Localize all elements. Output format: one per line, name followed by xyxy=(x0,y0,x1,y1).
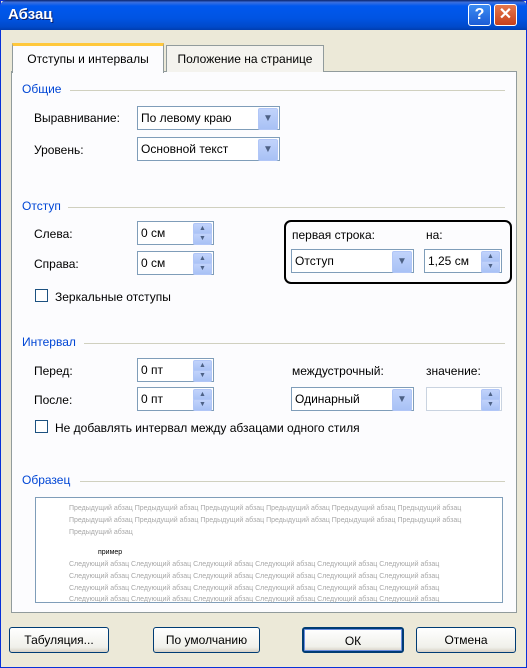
spacing-after-label: После: xyxy=(34,393,73,407)
tabs-button[interactable]: Табуляция... xyxy=(9,627,109,653)
set-default-button[interactable]: По умолчанию xyxy=(153,627,260,653)
title-bar[interactable] xyxy=(0,0,527,30)
spacing-divider xyxy=(84,343,505,344)
indent-right-value: 0 см xyxy=(141,256,166,270)
chevron-down-icon[interactable]: ▼ xyxy=(258,139,278,161)
preview-box: Предыдущий абзац Предыдущий абзац Предыд… xyxy=(35,497,503,603)
arrow-down-icon[interactable]: ▼ xyxy=(481,261,500,273)
chevron-down-icon[interactable]: ▼ xyxy=(392,389,412,411)
level-select[interactable]: Основной текст ▼ xyxy=(137,137,280,161)
general-divider xyxy=(70,90,505,91)
by-label: на: xyxy=(426,228,443,242)
preview-previous-line: Предыдущий абзац xyxy=(69,529,133,536)
chevron-down-icon[interactable]: ▼ xyxy=(258,108,278,130)
spacing-before-label: Перед: xyxy=(34,364,73,378)
arrow-down-icon[interactable]: ▼ xyxy=(481,399,500,411)
line-spacing-label: междустрочный: xyxy=(292,364,384,378)
preview-next-line: Следующий абзац Следующий абзац Следующи… xyxy=(69,561,440,568)
arrow-down-icon[interactable]: ▼ xyxy=(193,263,212,275)
preview-previous-line: Предыдущий абзац Предыдущий абзац Предыд… xyxy=(69,505,462,512)
first-line-select[interactable]: Отступ ▼ xyxy=(291,249,414,273)
indent-right-spinner[interactable]: 0 см ▲ ▼ xyxy=(137,251,214,275)
alignment-select[interactable]: По левому краю ▼ xyxy=(137,106,280,130)
line-spacing-select[interactable]: Одинарный ▼ xyxy=(291,387,414,411)
spacing-after-value: 0 пт xyxy=(141,392,164,406)
indent-right-label: Справа: xyxy=(34,257,79,271)
general-heading: Общие xyxy=(22,82,62,96)
indent-left-label: Слева: xyxy=(34,227,73,241)
spacing-before-spinner[interactable]: 0 пт ▲ ▼ xyxy=(137,358,214,382)
spacing-heading: Интервал xyxy=(22,335,76,349)
preview-heading: Образец xyxy=(22,473,71,487)
alignment-label: Выравнивание: xyxy=(34,111,120,125)
arrow-down-icon[interactable]: ▼ xyxy=(193,370,212,382)
at-label: значение: xyxy=(426,364,481,378)
preview-divider xyxy=(80,481,505,482)
indent-left-value: 0 см xyxy=(141,226,166,240)
level-label: Уровень: xyxy=(34,143,84,157)
arrow-down-icon[interactable]: ▼ xyxy=(193,233,212,245)
preview-previous-line: Предыдущий абзац Предыдущий абзац Предыд… xyxy=(69,517,462,524)
preview-next-line: Следующий абзац Следующий абзац Следующи… xyxy=(69,596,440,603)
help-button[interactable]: ? xyxy=(468,4,491,26)
indent-heading: Отступ xyxy=(22,199,61,213)
arrow-down-icon[interactable]: ▼ xyxy=(193,399,212,411)
preview-next-line: Следующий абзац Следующий абзац Следующи… xyxy=(69,585,440,592)
chevron-down-icon[interactable]: ▼ xyxy=(392,251,412,273)
tab-indents-spacing[interactable]: Отступы и интервалы xyxy=(12,43,164,73)
dont-add-spacing-checkbox[interactable] xyxy=(35,420,48,433)
alignment-value: По левому краю xyxy=(141,111,232,125)
mirror-indents-label[interactable]: Зеркальные отступы xyxy=(55,290,171,304)
preview-next-line: Следующий абзац Следующий абзац Следующи… xyxy=(69,573,440,580)
dont-add-spacing-label[interactable]: Не добавлять интервал между абзацами одн… xyxy=(55,421,360,435)
first-line-value: Отступ xyxy=(295,254,334,268)
mirror-indents-checkbox[interactable] xyxy=(35,289,48,302)
by-spinner[interactable]: 1,25 см ▲ ▼ xyxy=(424,249,502,273)
first-line-label: первая строка: xyxy=(292,228,375,242)
spacing-before-value: 0 пт xyxy=(141,363,164,377)
by-value: 1,25 см xyxy=(428,254,469,268)
preview-sample-text: пример xyxy=(98,549,123,556)
window-title: Абзац xyxy=(8,6,53,23)
cancel-button[interactable]: Отмена xyxy=(416,627,516,653)
at-spinner[interactable]: ▲ ▼ xyxy=(426,387,502,411)
spacing-after-spinner[interactable]: 0 пт ▲ ▼ xyxy=(137,387,214,411)
indent-divider xyxy=(68,207,505,208)
indent-left-spinner[interactable]: 0 см ▲ ▼ xyxy=(137,221,214,245)
ok-button[interactable]: ОК xyxy=(302,627,404,653)
line-spacing-value: Одинарный xyxy=(295,392,360,406)
level-value: Основной текст xyxy=(141,142,229,156)
tab-line-page-breaks[interactable]: Положение на странице xyxy=(166,45,324,72)
close-button[interactable]: ✕ xyxy=(494,4,517,26)
